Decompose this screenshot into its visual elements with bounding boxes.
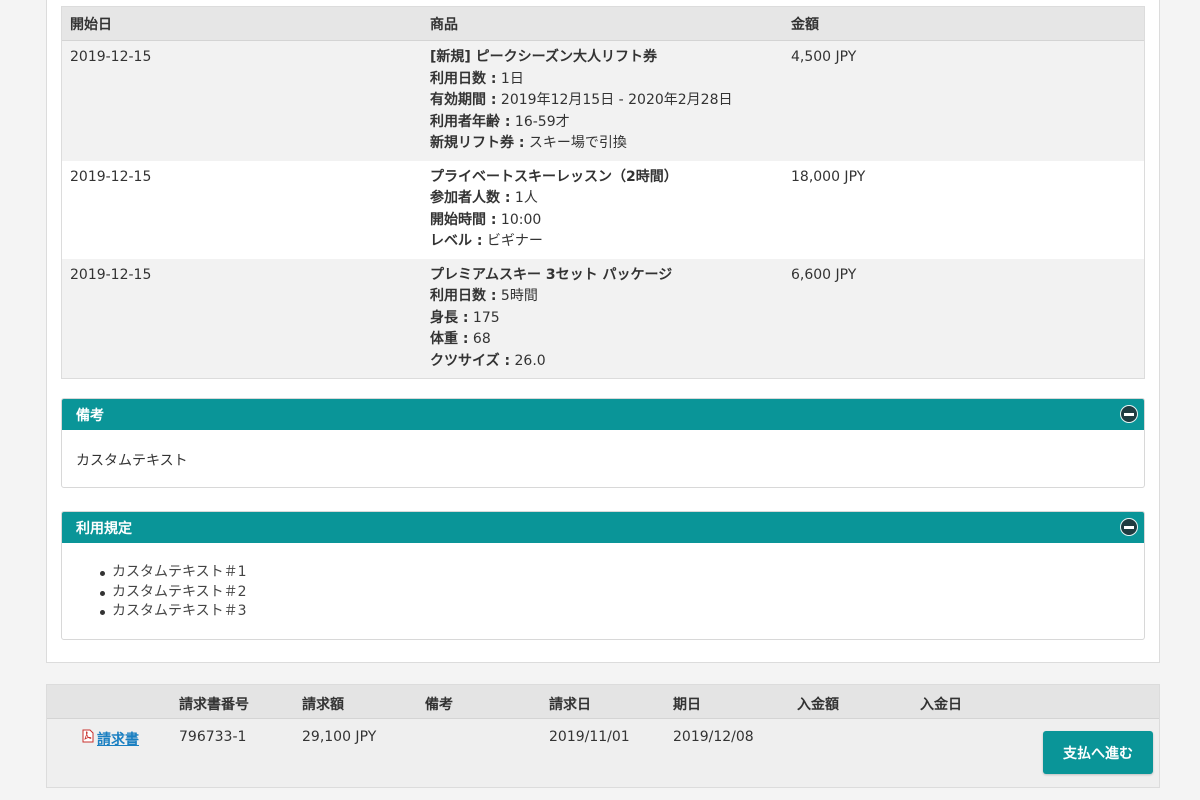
detail-label: 利用日数 : (430, 70, 497, 87)
detail-value: 175 (468, 309, 500, 326)
item-detail: 参加者人数 : 1人 (430, 188, 783, 210)
proceed-to-payment-button[interactable]: 支払へ進む (1043, 731, 1153, 774)
header-amount: 金額 (791, 16, 819, 33)
invoice-issue-date: 2019/11/01 (549, 729, 630, 745)
row-amount: 18,000 JPY (791, 168, 866, 185)
detail-value: スキー場で引換 (524, 135, 627, 151)
minus-circle-icon[interactable] (1120, 518, 1138, 536)
item-detail: 新規リフト券 : スキー場で引換 (430, 133, 783, 155)
terms-panel-title: 利用規定 (76, 520, 132, 537)
detail-label: 参加者人数 : (430, 190, 511, 206)
list-item: カスタムテキスト＃1 (100, 563, 1130, 583)
row-item: [新規] ピークシーズン大人リフト券 利用日数 : 1日 有効期間 : 2019年1… (422, 47, 783, 155)
row-amount: 4,500 JPY (791, 49, 857, 65)
header-due-date: 期日 (673, 697, 701, 713)
item-detail: 体重 : 68 (430, 329, 783, 351)
row-start-date: 2019-12-15 (70, 266, 152, 283)
header-invoice-amount: 請求額 (302, 697, 344, 713)
detail-value: 5時間 (496, 288, 538, 304)
detail-label: 有効期間 : (430, 92, 497, 108)
item-detail: レベル : ビギナー (430, 231, 783, 253)
table-row: 2019-12-15 [新規] ピークシーズン大人リフト券 利用日数 : 1日 有効期… (62, 41, 1144, 161)
header-item: 商品 (430, 16, 458, 33)
terms-panel-header[interactable]: 利用規定 (62, 512, 1144, 543)
invoice-number: 796733-1 (179, 729, 247, 745)
table-header: 開始日 商品 金額 (62, 7, 1144, 41)
detail-label: 利用日数 : (430, 288, 497, 304)
detail-value: 1人 (510, 190, 538, 206)
order-items-table: 開始日 商品 金額 2019-12-15 [新規] ピークシーズン大人リフト券 利用… (61, 6, 1145, 379)
header-date: 開始日 (70, 16, 112, 33)
item-detail: クツサイズ : 26.0 (430, 351, 783, 373)
invoice-table: 請求書番号 請求額 備考 請求日 期日 入金額 入金日 請求書 796733-1… (46, 684, 1160, 788)
detail-value: 2019年12月15日 - 2020年2月28日 (496, 92, 733, 108)
invoice-header: 請求書番号 請求額 備考 請求日 期日 入金額 入金日 (47, 685, 1159, 719)
remarks-panel-body: カスタムテキスト (76, 453, 188, 469)
detail-label: 利用者年齢 : (430, 113, 511, 130)
terms-list: カスタムテキスト＃1 カスタムテキスト＃2 カスタムテキスト＃3 (76, 563, 1130, 622)
remarks-panel-title: 備考 (76, 407, 104, 424)
detail-value: 1日 (496, 70, 524, 87)
invoice-pdf-link[interactable]: 請求書 (97, 729, 139, 749)
detail-label: クツサイズ : (430, 352, 511, 369)
header-issue-date: 請求日 (549, 697, 591, 713)
detail-label: 身長 : (430, 309, 469, 326)
invoice-due-date: 2019/12/08 (673, 729, 754, 745)
detail-label: 新規リフト券 : (430, 135, 525, 151)
item-detail: 利用日数 : 5時間 (430, 286, 783, 308)
detail-label: 体重 : (430, 331, 469, 347)
item-title: [新規] ピークシーズン大人リフト券 (430, 49, 657, 65)
item-detail: 利用者年齢 : 16-59才 (430, 112, 783, 134)
detail-value: 26.0 (510, 352, 546, 369)
header-invoice-note: 備考 (425, 697, 453, 713)
row-start-date: 2019-12-15 (70, 168, 152, 185)
table-row: 2019-12-15 プライベートスキーレッスン（2時間） 参加者人数 : 1人 開始… (62, 161, 1144, 259)
header-paid-date: 入金日 (920, 697, 962, 713)
item-title: プライベートスキーレッスン（2時間） (430, 168, 678, 185)
header-invoice-number: 請求書番号 (179, 697, 249, 713)
minus-circle-icon[interactable] (1120, 405, 1138, 423)
row-item: プライベートスキーレッスン（2時間） 参加者人数 : 1人 開始時間 : 10:00… (422, 167, 783, 253)
item-detail: 有効期間 : 2019年12月15日 - 2020年2月28日 (430, 90, 783, 112)
row-start-date: 2019-12-15 (70, 49, 152, 65)
terms-panel-body: カスタムテキスト＃1 カスタムテキスト＃2 カスタムテキスト＃3 (62, 543, 1144, 642)
detail-value: ビギナー (482, 233, 543, 249)
list-item: カスタムテキスト＃2 (100, 583, 1130, 603)
invoice-amount: 29,100 JPY (302, 729, 377, 745)
table-row: 2019-12-15 プレミアムスキー 3セット パッケージ 利用日数 : 5時間身… (62, 258, 1144, 378)
header-paid-amount: 入金額 (797, 697, 839, 713)
row-item: プレミアムスキー 3セット パッケージ 利用日数 : 5時間 身長 : 175 体重 … (422, 265, 783, 373)
remarks-panel-header[interactable]: 備考 (62, 399, 1144, 430)
row-amount: 6,600 JPY (791, 266, 857, 283)
remarks-panel: 備考 カスタムテキスト (61, 398, 1145, 488)
detail-label: レベル : (430, 233, 483, 249)
terms-panel: 利用規定 カスタムテキスト＃1 カスタムテキスト＃2 カスタムテキスト＃3 (61, 511, 1145, 640)
detail-value: 68 (468, 331, 491, 347)
item-detail: 開始時間 : 10:00 (430, 210, 783, 232)
table-row: 請求書 796733-1 29,100 JPY 2019/11/01 2019/… (47, 719, 1159, 787)
item-title: プレミアムスキー 3セット パッケージ (430, 266, 673, 283)
detail-value: 16-59才 (510, 113, 570, 130)
item-detail: 身長 : 175 (430, 308, 783, 330)
detail-value: 10:00 (496, 211, 542, 228)
list-item: カスタムテキスト＃3 (100, 602, 1130, 622)
item-detail: 利用日数 : 1日 (430, 69, 783, 91)
detail-label: 開始時間 : (430, 211, 497, 228)
pdf-icon[interactable] (82, 729, 94, 743)
